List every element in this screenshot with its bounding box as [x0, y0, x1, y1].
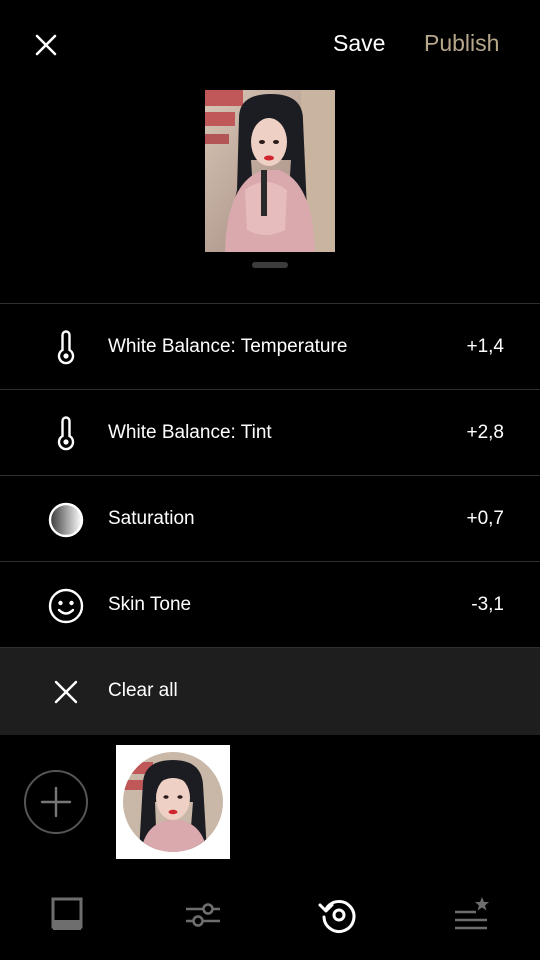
saturation-gradient-icon	[46, 500, 86, 540]
tab-adjust[interactable]	[178, 890, 228, 940]
history-icon	[318, 900, 356, 933]
tab-history[interactable]	[314, 890, 364, 940]
sliders-icon	[186, 903, 220, 927]
close-icon	[35, 34, 57, 56]
adjustment-row-skin-tone[interactable]: Skin Tone -3,1	[0, 561, 540, 647]
plus-icon	[40, 786, 72, 818]
adjustment-label: Saturation	[108, 508, 195, 529]
adjustment-row-saturation[interactable]: Saturation +0,7	[0, 475, 540, 561]
close-button[interactable]	[30, 29, 62, 61]
thermometer-icon	[46, 414, 86, 454]
thermometer-icon	[46, 328, 86, 368]
adjustment-row-tint[interactable]: White Balance: Tint +2,8	[0, 389, 540, 475]
adjustment-value: -3,1	[471, 594, 504, 615]
adjustment-label: White Balance: Temperature	[108, 336, 348, 357]
adjustments-list: White Balance: Temperature +1,4 White Ba…	[0, 303, 540, 735]
tab-presets[interactable]	[446, 890, 496, 940]
adjustment-value: +1,4	[466, 336, 504, 357]
presets-strip	[0, 735, 540, 865]
adjustment-value: +0,7	[466, 508, 504, 529]
publish-button[interactable]: Publish	[424, 30, 499, 57]
save-button[interactable]: Save	[333, 30, 385, 57]
preset-thumbnail-image	[123, 752, 223, 852]
clear-all-label: Clear all	[108, 680, 178, 701]
close-icon	[46, 672, 86, 712]
top-bar: Save Publish	[0, 0, 540, 90]
tab-frame[interactable]	[42, 890, 92, 940]
starred-list-icon	[455, 897, 489, 930]
clear-all-button[interactable]: Clear all	[0, 647, 540, 735]
photo-preview-image	[205, 90, 335, 252]
smiley-face-icon	[46, 586, 86, 626]
adjustment-value: +2,8	[466, 422, 504, 443]
sheet-drag-handle[interactable]	[252, 262, 288, 268]
frame-icon	[51, 897, 83, 930]
adjustment-label: White Balance: Tint	[108, 422, 272, 443]
adjustment-row-temperature[interactable]: White Balance: Temperature +1,4	[0, 303, 540, 389]
add-preset-button[interactable]	[24, 770, 88, 834]
bottom-tab-bar	[0, 880, 540, 950]
photo-preview[interactable]	[205, 90, 335, 252]
preset-thumbnail[interactable]	[116, 745, 230, 859]
adjustment-label: Skin Tone	[108, 594, 192, 615]
